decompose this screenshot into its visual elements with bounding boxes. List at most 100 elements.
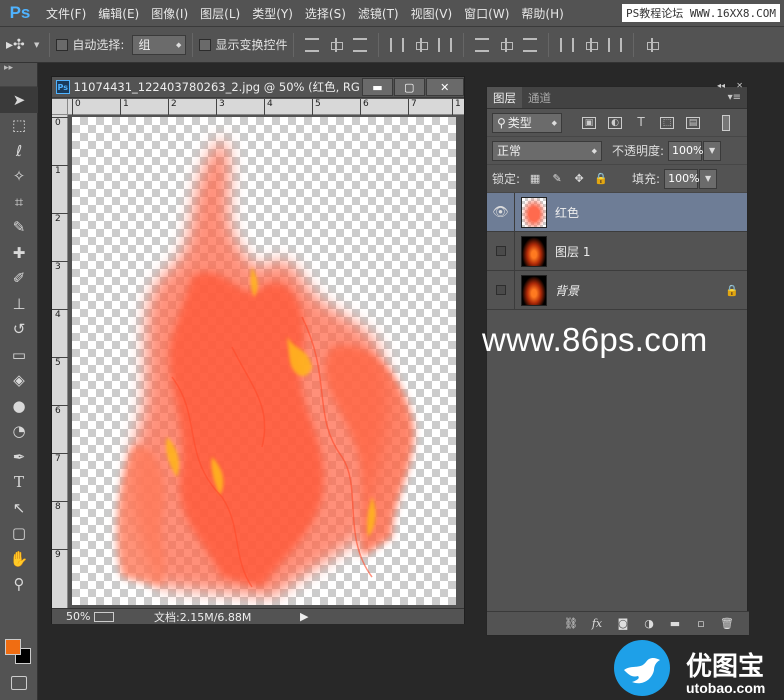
path-selection-tool-icon[interactable]: ↖ xyxy=(0,495,38,521)
layer-row-background[interactable]: 背景 🔒 xyxy=(487,270,747,310)
distribute-vcenter-icon[interactable] xyxy=(499,37,514,52)
distribute-right-icon[interactable] xyxy=(608,37,623,52)
layer-row-red[interactable]: 👁 红色 xyxy=(487,192,747,232)
menu-select[interactable]: 选择(S) xyxy=(299,5,352,22)
menu-view[interactable]: 视图(V) xyxy=(405,5,459,22)
document-title-bar[interactable]: Ps 11074431_122403780263_2.jpg @ 50% (红色… xyxy=(52,77,464,98)
menu-file[interactable]: 文件(F) xyxy=(40,5,92,22)
layer-style-icon[interactable]: fx xyxy=(589,617,605,631)
auto-select-checkbox[interactable] xyxy=(56,38,69,51)
crop-tool-icon[interactable]: ⌗ xyxy=(0,189,38,215)
eye-icon[interactable]: 👁 xyxy=(487,192,515,232)
move-tool-icon[interactable]: ➤ xyxy=(0,87,38,113)
menu-image[interactable]: 图像(I) xyxy=(145,5,194,22)
panel-collapse-icon[interactable]: ◂◂ xyxy=(717,81,725,90)
panel-tabs: 图层 通道 ▾≡ xyxy=(487,87,747,109)
magic-wand-tool-icon[interactable]: ✧ xyxy=(0,164,38,190)
dodge-tool-icon[interactable]: ◔ xyxy=(0,419,38,445)
tab-layers[interactable]: 图层 xyxy=(487,87,522,108)
add-mask-icon[interactable]: ◙ xyxy=(615,617,631,631)
align-right-icon[interactable] xyxy=(438,37,453,52)
show-transform-label: 显示变换控件 xyxy=(215,38,288,52)
canvas-area[interactable] xyxy=(68,115,464,609)
blend-mode-dropdown[interactable]: 正常 xyxy=(492,140,602,161)
tool-preset-dropdown-icon[interactable]: ▼ xyxy=(34,41,39,49)
filter-shape-icon[interactable]: ⬚ xyxy=(660,116,674,129)
eyedropper-tool-icon[interactable]: ✎ xyxy=(0,215,38,241)
status-menu-arrow-icon[interactable]: ▶ xyxy=(300,610,308,623)
menu-edit[interactable]: 编辑(E) xyxy=(92,5,145,22)
adjustment-layer-icon[interactable]: ◑ xyxy=(641,617,657,631)
new-group-icon[interactable]: ▬ xyxy=(667,617,683,631)
pen-tool-icon[interactable]: ✒ xyxy=(0,444,38,470)
filter-type-icon[interactable]: T xyxy=(634,116,648,129)
align-top-icon[interactable] xyxy=(305,37,320,52)
lock-all-icon[interactable]: 🔒 xyxy=(594,172,608,185)
distribute-left-icon[interactable] xyxy=(560,37,575,52)
image-canvas[interactable] xyxy=(72,117,456,605)
eraser-tool-icon[interactable]: ▭ xyxy=(0,342,38,368)
maximize-button[interactable]: ▢ xyxy=(393,78,425,96)
lock-pixels-icon[interactable]: ✎ xyxy=(550,172,564,185)
filter-adjustment-icon[interactable]: ◐ xyxy=(608,116,622,129)
lock-position-icon[interactable]: ✥ xyxy=(572,172,586,185)
distribute-top-icon[interactable] xyxy=(475,37,490,52)
history-brush-tool-icon[interactable]: ↺ xyxy=(0,317,38,343)
link-layers-icon[interactable]: ⛓ xyxy=(563,617,579,631)
menu-layer[interactable]: 图层(L) xyxy=(194,5,246,22)
visibility-toggle[interactable] xyxy=(487,231,515,271)
zoom-level[interactable]: 50% xyxy=(52,610,94,623)
panel-menu-icon[interactable]: ▾≡ xyxy=(722,87,747,108)
vertical-ruler[interactable]: 0 1 2 3 4 5 6 7 8 9 xyxy=(52,115,68,609)
blur-tool-icon[interactable]: ● xyxy=(0,393,38,419)
minimize-button[interactable]: ▬ xyxy=(362,78,393,96)
paint-bucket-tool-icon[interactable]: ◈ xyxy=(0,368,38,394)
clone-stamp-tool-icon[interactable]: ⊥ xyxy=(0,291,38,317)
lasso-tool-icon[interactable]: ℓ xyxy=(0,138,38,164)
new-layer-icon[interactable]: ▫ xyxy=(693,617,709,631)
align-bottom-icon[interactable] xyxy=(353,37,368,52)
filter-pixel-icon[interactable]: ▣ xyxy=(582,116,596,129)
distribute-bottom-icon[interactable] xyxy=(523,37,538,52)
distribute-hcenter-icon[interactable] xyxy=(584,37,599,52)
menu-type[interactable]: 类型(Y) xyxy=(246,5,299,22)
opacity-dropdown-icon[interactable]: ▼ xyxy=(703,140,722,161)
layer-row-layer1[interactable]: 图层 1 xyxy=(487,231,747,271)
move-tool-icon[interactable]: ▸✣ xyxy=(6,37,34,53)
align-left-icon[interactable] xyxy=(390,37,405,52)
fill-dropdown-icon[interactable]: ▼ xyxy=(699,168,718,189)
auto-align-icon[interactable] xyxy=(645,37,660,52)
lock-transparent-icon[interactable]: ▦ xyxy=(528,172,542,185)
toolbar-collapse-icon[interactable]: ▸▸ xyxy=(0,63,37,87)
menu-window[interactable]: 窗口(W) xyxy=(458,5,515,22)
foreground-color-swatch[interactable] xyxy=(5,639,21,655)
menu-help[interactable]: 帮助(H) xyxy=(515,5,569,22)
align-vcenter-icon[interactable] xyxy=(329,37,344,52)
align-hcenter-icon[interactable] xyxy=(414,37,429,52)
ruler-tick: 0 xyxy=(52,117,68,128)
zoom-tool-icon[interactable]: ⚲ xyxy=(0,572,38,598)
delete-layer-icon[interactable]: 🗑 xyxy=(719,617,735,631)
status-preview-icon[interactable] xyxy=(94,611,114,622)
tab-channels[interactable]: 通道 xyxy=(522,87,557,108)
menu-filter[interactable]: 滤镜(T) xyxy=(352,5,405,22)
shape-tool-icon[interactable]: ▢ xyxy=(0,521,38,547)
show-transform-checkbox[interactable] xyxy=(199,38,212,51)
hand-tool-icon[interactable]: ✋ xyxy=(0,546,38,572)
horizontal-ruler[interactable]: 0 1 2 3 4 5 6 7 1 xyxy=(68,99,464,115)
marquee-tool-icon[interactable]: ⬚ xyxy=(0,113,38,139)
ruler-origin[interactable] xyxy=(52,99,68,115)
auto-select-dropdown[interactable]: 组 xyxy=(132,34,187,55)
filter-type-dropdown[interactable]: ⚲ 类型 xyxy=(492,112,562,133)
healing-brush-tool-icon[interactable]: ✚ xyxy=(0,240,38,266)
opacity-input[interactable]: 100% xyxy=(668,140,704,161)
panel-close-icon[interactable]: ✕ xyxy=(736,81,743,90)
visibility-toggle[interactable] xyxy=(487,270,515,310)
fill-input[interactable]: 100% xyxy=(664,168,700,189)
quick-mask-icon[interactable] xyxy=(11,676,27,690)
close-button[interactable]: ✕ xyxy=(425,78,464,96)
filter-smart-object-icon[interactable]: ▤ xyxy=(686,116,700,129)
brush-tool-icon[interactable]: ✐ xyxy=(0,266,38,292)
type-tool-icon[interactable]: T xyxy=(0,470,38,496)
filter-toggle-icon[interactable] xyxy=(722,114,730,131)
